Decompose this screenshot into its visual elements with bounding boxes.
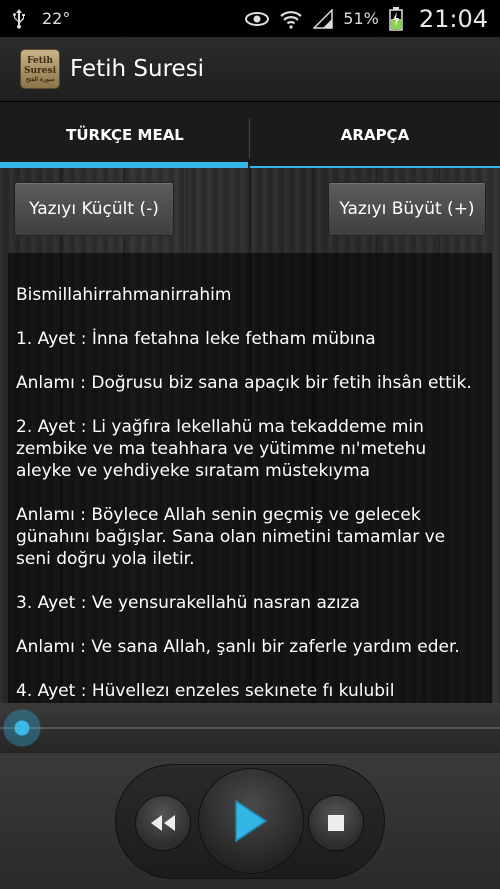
rewind-button[interactable] <box>135 795 191 851</box>
content-area: Yazıyı Küçült (-) Yazıyı Büyüt (+) Bismi… <box>0 168 500 703</box>
play-icon <box>234 800 268 842</box>
paragraph: 4. Ayet : Hüvellezı enzeles sekınete fı … <box>16 681 395 701</box>
status-bar: 22° 51% 21:04 <box>0 0 500 37</box>
paragraph: 2. Ayet : Li yağfıra lekellahü ma tekadd… <box>16 417 427 481</box>
eye-icon <box>245 11 270 27</box>
app-logo: Fetih Suresi سورة الفتح <box>20 49 60 89</box>
stop-button[interactable] <box>308 795 364 851</box>
decrease-font-button[interactable]: Yazıyı Küçült (-) <box>14 182 174 236</box>
action-bar: Fetih Suresi سورة الفتح Fetih Suresi <box>0 37 500 102</box>
clock-text: 21:04 <box>418 4 488 33</box>
paragraph: Anlamı : Doğrusu biz sana apaçık bir fet… <box>16 373 472 393</box>
paragraph: Anlamı : Böylece Allah senin geçmiş ve g… <box>16 505 446 569</box>
tab-divider <box>249 118 250 158</box>
paragraph: 1. Ayet : İnna fetahna leke fetham mübın… <box>16 329 376 349</box>
seek-track <box>0 727 500 729</box>
tab-arapca[interactable]: ARAPÇA <box>250 102 500 168</box>
paragraph: Anlamı : Ve sana Allah, şanlı bir zaferl… <box>16 637 460 657</box>
rewind-icon <box>150 814 176 832</box>
text-scroll-panel[interactable]: Bismillahirrahmanirrahim 1. Ayet : İnna … <box>8 253 492 703</box>
player-controls <box>0 753 500 889</box>
signal-icon <box>313 8 334 29</box>
tab-label: ARAPÇA <box>340 126 410 144</box>
stop-icon <box>327 814 345 832</box>
battery-charging-icon <box>389 6 403 31</box>
wifi-icon <box>279 9 303 29</box>
usb-icon <box>12 8 26 29</box>
tab-turkce-meal[interactable]: TÜRKÇE MEAL <box>0 102 250 168</box>
seek-thumb[interactable] <box>3 709 41 747</box>
tab-bar: TÜRKÇE MEAL ARAPÇA <box>0 102 500 168</box>
tab-label: TÜRKÇE MEAL <box>66 126 184 144</box>
text-body: Bismillahirrahmanirrahim 1. Ayet : İnna … <box>8 253 492 702</box>
app-title: Fetih Suresi <box>70 56 205 82</box>
play-button[interactable] <box>198 768 304 874</box>
temperature-text: 22° <box>42 9 71 28</box>
paragraph: Bismillahirrahmanirrahim <box>16 285 232 305</box>
increase-font-button[interactable]: Yazıyı Büyüt (+) <box>328 182 486 236</box>
seek-bar[interactable] <box>0 703 500 753</box>
paragraph: 3. Ayet : Ve yensurakellahü nasran azıza <box>16 593 360 613</box>
battery-percent-text: 51% <box>343 9 379 28</box>
